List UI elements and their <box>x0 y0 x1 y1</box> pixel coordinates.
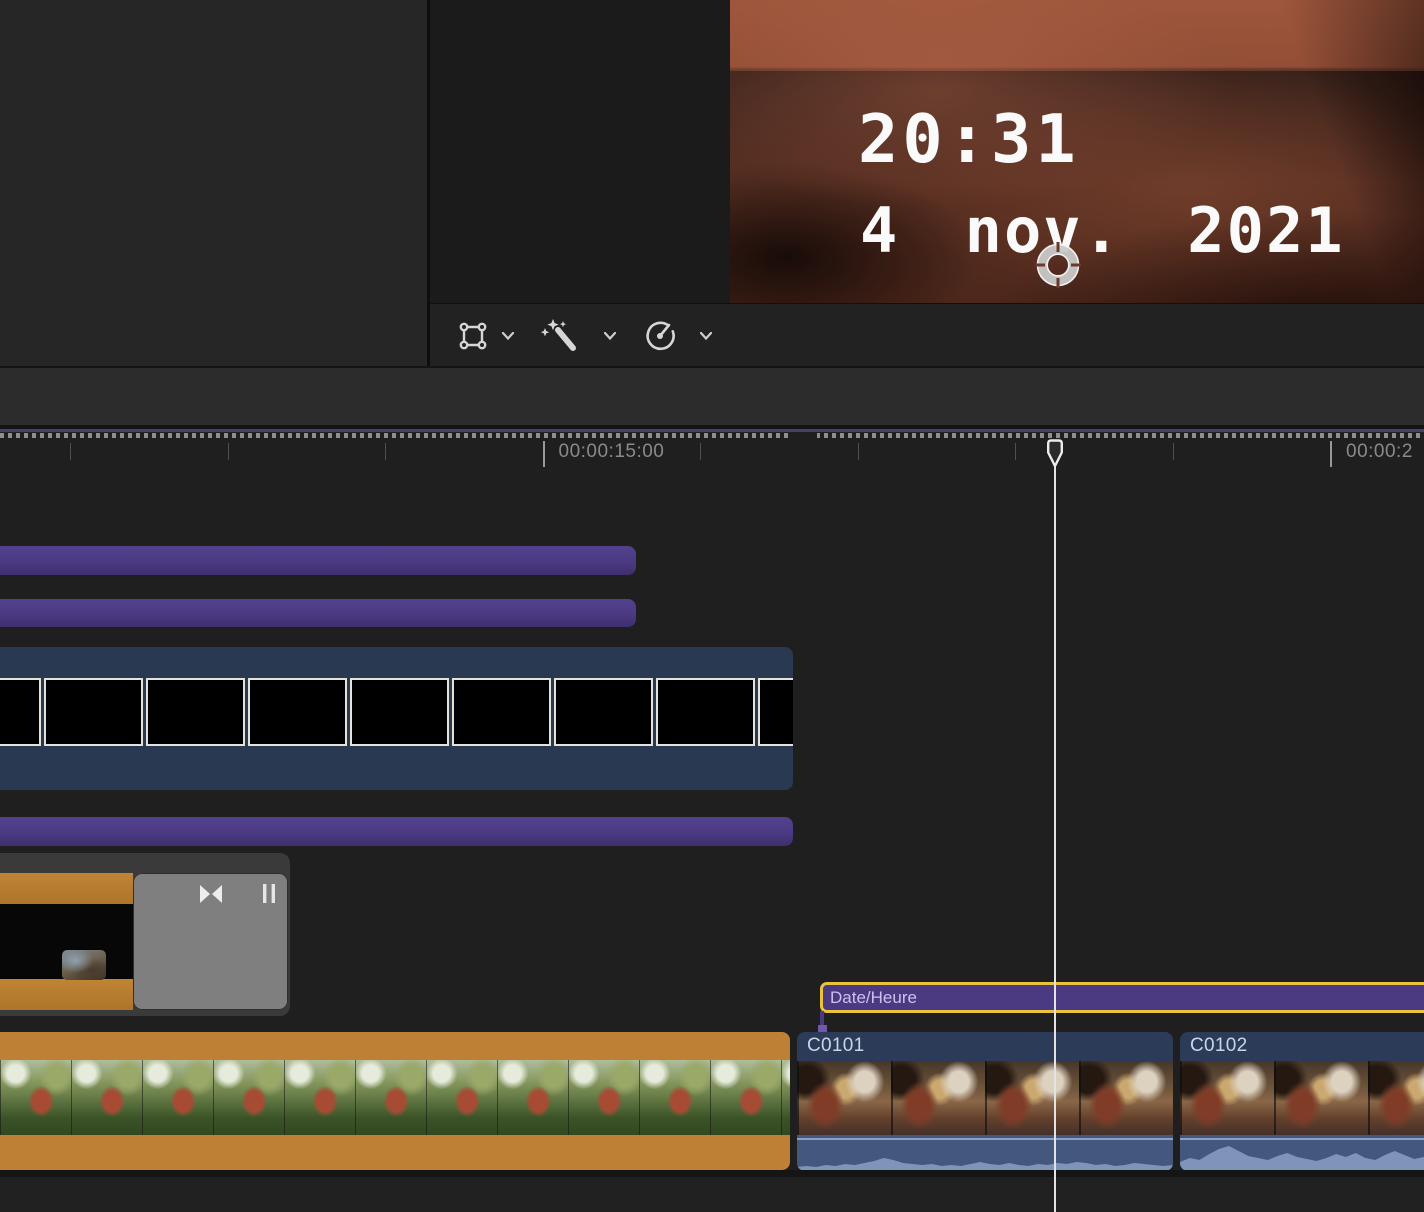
clip-header: C0102 <box>1180 1032 1424 1061</box>
title-clip-filmstrip[interactable] <box>0 647 793 790</box>
clip-label: C0101 <box>807 1035 865 1056</box>
video-clip-c0102[interactable]: C0102 <box>1180 1032 1424 1171</box>
target-reticle-icon[interactable] <box>1033 240 1083 290</box>
audio-clip-purple-1[interactable] <box>0 546 636 575</box>
film-frame <box>554 678 653 746</box>
transform-tool-icon[interactable] <box>457 320 489 352</box>
livingroom-thumbnails <box>1180 1061 1424 1135</box>
film-frame <box>656 678 755 746</box>
timeline-ruler[interactable]: 00:00:15:00 00:00:2 <box>0 438 1424 472</box>
clip-label: C0102 <box>1190 1035 1248 1056</box>
title-clip-dateheure[interactable]: Date/Heure <box>820 982 1424 1013</box>
ruler-tick <box>385 443 386 460</box>
ruler-tick <box>70 443 71 460</box>
timeline-top-line <box>0 425 1424 432</box>
storyline-orange-clip[interactable] <box>0 873 133 1010</box>
filmstrip-frames <box>0 678 793 746</box>
film-frame <box>44 678 143 746</box>
film-frame <box>452 678 551 746</box>
audio-clip-purple-3[interactable] <box>0 817 793 846</box>
playhead-line[interactable] <box>1054 441 1056 1212</box>
ruler-major-tick <box>1330 441 1332 467</box>
clip-band-top <box>0 873 133 904</box>
timeline-toolbar-strip <box>0 366 1424 427</box>
title-time-text: 20:31 <box>858 100 1080 178</box>
ruler-timecode-label: 00:00:15:00 <box>558 441 665 462</box>
enhancements-chevron-icon[interactable] <box>603 331 617 341</box>
clip-thumbnail <box>62 950 106 980</box>
audio-waveform-band <box>1180 1135 1424 1171</box>
video-preview[interactable]: 20:31 4 nov. 2021 <box>730 0 1424 303</box>
film-frame <box>146 678 245 746</box>
ruler-tick <box>1015 443 1016 460</box>
film-frame <box>248 678 347 746</box>
timeline-bottom-area <box>0 1177 1424 1212</box>
viewer-panel: 20:31 4 nov. 2021 <box>430 0 1424 367</box>
pause-bars-icon <box>263 884 275 903</box>
clip-band-bottom <box>0 979 133 1010</box>
transform-chevron-icon[interactable] <box>501 331 515 341</box>
timeline-seam <box>0 1170 1424 1177</box>
ruler-timecode-label: 00:00:2 <box>1346 441 1413 462</box>
browser-panel <box>0 0 427 366</box>
viewer-toolbar <box>430 303 1424 367</box>
playhead-handle[interactable] <box>1046 439 1064 468</box>
video-clip-c0101[interactable]: C0101 <box>797 1032 1173 1171</box>
ruler-tick <box>857 443 859 460</box>
title-date-text: 4 nov. 2021 <box>860 194 1345 267</box>
livingroom-thumbnails <box>797 1061 1173 1135</box>
ruler-major-tick <box>542 441 545 467</box>
waveform-topline <box>797 1138 1173 1140</box>
audio-waveform <box>1180 1146 1424 1171</box>
retime-chevron-icon[interactable] <box>699 331 713 341</box>
clip-label: Date/Heure <box>830 987 917 1007</box>
connection-stem <box>820 1011 824 1026</box>
video-clip-garden[interactable] <box>0 1032 790 1170</box>
waveform-topline <box>1180 1138 1424 1140</box>
enhancements-wand-icon[interactable] <box>541 318 581 354</box>
audio-clip-purple-2[interactable] <box>0 599 636 627</box>
cross-dissolve-transition[interactable] <box>133 873 288 1010</box>
ruler-tick <box>227 443 229 460</box>
retime-meter-icon[interactable] <box>643 319 677 353</box>
garden-thumbnails <box>0 1060 790 1135</box>
audio-waveform <box>797 1158 1173 1171</box>
ruler-tick <box>700 443 701 460</box>
secondary-storyline[interactable] <box>0 853 290 1016</box>
film-frame <box>0 678 41 746</box>
film-frame <box>758 678 793 746</box>
audio-waveform-band <box>797 1135 1173 1171</box>
clip-header: C0101 <box>797 1032 1173 1061</box>
fcp-window: 20:31 4 nov. 2021 00:00:15:00 00:00:2 Da… <box>0 0 1424 1212</box>
video-top-band <box>730 0 1424 71</box>
ruler-tick <box>1172 443 1174 460</box>
transition-bowtie-icon <box>200 885 222 903</box>
film-frame <box>350 678 449 746</box>
